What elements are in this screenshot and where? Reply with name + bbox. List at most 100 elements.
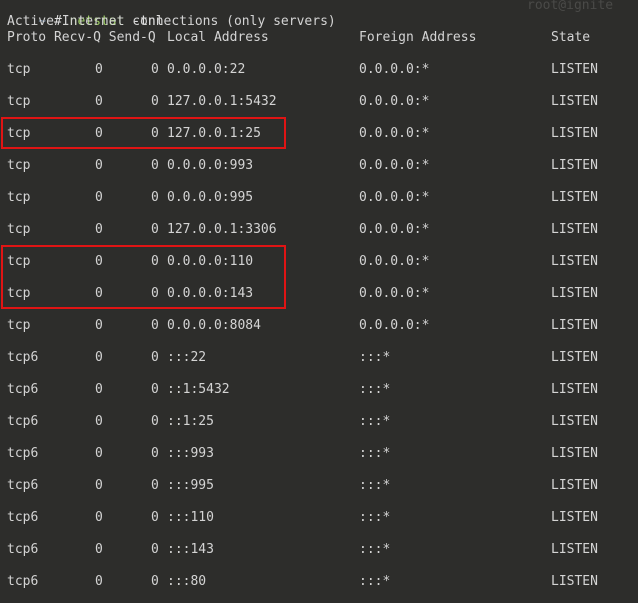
cell-state: LISTEN — [551, 190, 598, 205]
highlight-box — [1, 245, 286, 309]
cell-local-address: :::110 — [167, 510, 214, 525]
cell-foreign-address: 0.0.0.0:* — [359, 286, 430, 301]
cell-recv-q: 0 — [95, 94, 103, 109]
cell-local-address: 0.0.0.0:995 — [167, 190, 254, 205]
cell-proto: tcp — [7, 158, 31, 173]
cell-send-q: 0 — [151, 62, 159, 77]
cell-send-q: 0 — [151, 414, 159, 429]
cell-foreign-address: :::* — [359, 382, 391, 397]
cell-local-address: 0.0.0.0:8084 — [167, 318, 261, 333]
highlight-box — [1, 117, 286, 149]
cell-recv-q: 0 — [95, 158, 103, 173]
table-row: tcp6 0 0:::80:::* LISTEN — [0, 574, 638, 590]
cell-foreign-address: 0.0.0.0:* — [359, 62, 430, 77]
cell-recv-q: 0 — [95, 382, 103, 397]
cell-send-q: 0 — [151, 190, 159, 205]
header-foreign-address: Foreign Address — [359, 30, 477, 45]
header-proto-recv-send: Proto Recv-Q Send-Q — [7, 30, 156, 45]
cell-state: LISTEN — [551, 318, 598, 333]
cell-local-address: 0.0.0.0:22 — [167, 62, 246, 77]
cell-recv-q: 0 — [95, 62, 103, 77]
cell-proto: tcp6 — [7, 510, 39, 525]
cell-state: LISTEN — [551, 254, 598, 269]
table-row: tcp6 0 0:::22:::* LISTEN — [0, 350, 638, 366]
cell-foreign-address: 0.0.0.0:* — [359, 190, 430, 205]
cell-local-address: :::993 — [167, 446, 214, 461]
table-row: tcp6 0 0:::995:::* LISTEN — [0, 478, 638, 494]
cell-recv-q: 0 — [95, 542, 103, 557]
cell-send-q: 0 — [151, 510, 159, 525]
cell-recv-q: 0 — [95, 350, 103, 365]
cell-foreign-address: 0.0.0.0:* — [359, 318, 430, 333]
cell-state: LISTEN — [551, 478, 598, 493]
cell-local-address: :::80 — [167, 574, 207, 589]
cell-proto: tcp — [7, 62, 31, 77]
cell-recv-q: 0 — [95, 478, 103, 493]
table-row: tcp6 0 0:::993:::* LISTEN — [0, 446, 638, 462]
cell-foreign-address: :::* — [359, 446, 391, 461]
cell-proto: tcp6 — [7, 574, 39, 589]
cell-local-address: 127.0.0.1:5432 — [167, 94, 277, 109]
table-row: tcp 0 0 127.0.0.1:5432 0.0.0.0:* LISTEN — [0, 94, 638, 110]
table-row: tcp6 0 0:::143:::* LISTEN — [0, 542, 638, 558]
host-label: root@ignite — [527, 0, 614, 13]
cell-foreign-address: 0.0.0.0:* — [359, 222, 430, 237]
cell-foreign-address: :::* — [359, 574, 391, 589]
cell-state: LISTEN — [551, 222, 598, 237]
table-row: tcp6 0 0::1:5432:::* LISTEN — [0, 382, 638, 398]
cell-state: LISTEN — [551, 94, 598, 109]
cell-send-q: 0 — [151, 222, 159, 237]
cell-foreign-address: 0.0.0.0:* — [359, 94, 430, 109]
cell-send-q: 0 — [151, 94, 159, 109]
cell-state: LISTEN — [551, 574, 598, 589]
header-local-address: Local Address — [167, 30, 269, 45]
cell-local-address: ::1:25 — [167, 414, 214, 429]
cell-foreign-address: 0.0.0.0:* — [359, 158, 430, 173]
cell-proto: tcp — [7, 190, 31, 205]
cell-send-q: 0 — [151, 574, 159, 589]
cell-proto: tcp6 — [7, 478, 39, 493]
cell-send-q: 0 — [151, 478, 159, 493]
cell-state: LISTEN — [551, 350, 598, 365]
cell-state: LISTEN — [551, 286, 598, 301]
cell-foreign-address: 0.0.0.0:* — [359, 126, 430, 141]
cell-local-address: :::995 — [167, 478, 214, 493]
terminal-window[interactable]: ~ # netstat -tnl root@ignite Active Inte… — [0, 0, 638, 603]
cell-recv-q: 0 — [95, 574, 103, 589]
cell-recv-q: 0 — [95, 222, 103, 237]
cell-send-q: 0 — [151, 318, 159, 333]
cell-foreign-address: :::* — [359, 478, 391, 493]
cell-local-address: :::22 — [167, 350, 207, 365]
cell-state: LISTEN — [551, 542, 598, 557]
cell-recv-q: 0 — [95, 318, 103, 333]
cell-recv-q: 0 — [95, 190, 103, 205]
cell-state: LISTEN — [551, 126, 598, 141]
table-row: tcp6 0 0:::110:::* LISTEN — [0, 510, 638, 526]
table-header: Proto Recv-Q Send-Q Local Address Foreig… — [0, 30, 638, 46]
cell-proto: tcp6 — [7, 414, 39, 429]
cell-state: LISTEN — [551, 62, 598, 77]
cell-state: LISTEN — [551, 414, 598, 429]
cell-foreign-address: :::* — [359, 510, 391, 525]
output-title: Active Internet connections (only server… — [7, 14, 336, 29]
cell-send-q: 0 — [151, 446, 159, 461]
cell-local-address: :::143 — [167, 542, 214, 557]
cell-state: LISTEN — [551, 382, 598, 397]
cell-send-q: 0 — [151, 350, 159, 365]
cell-recv-q: 0 — [95, 414, 103, 429]
table-row: tcp 0 0 127.0.0.1:3306 0.0.0.0:* LISTEN — [0, 222, 638, 238]
table-row: tcp 0 0 0.0.0.0:993 0.0.0.0:* LISTEN — [0, 158, 638, 174]
cell-proto: tcp6 — [7, 350, 39, 365]
cell-local-address: 127.0.0.1:3306 — [167, 222, 277, 237]
cell-state: LISTEN — [551, 446, 598, 461]
table-row: tcp 0 0 0.0.0.0:8084 0.0.0.0:* LISTEN — [0, 318, 638, 334]
cell-send-q: 0 — [151, 382, 159, 397]
cell-proto: tcp6 — [7, 542, 39, 557]
cell-state: LISTEN — [551, 158, 598, 173]
cell-proto: tcp6 — [7, 382, 39, 397]
cell-send-q: 0 — [151, 158, 159, 173]
table-row: tcp 0 0 0.0.0.0:22 0.0.0.0:* LISTEN — [0, 62, 638, 78]
cell-recv-q: 0 — [95, 446, 103, 461]
cell-local-address: ::1:5432 — [167, 382, 230, 397]
cell-proto: tcp — [7, 94, 31, 109]
